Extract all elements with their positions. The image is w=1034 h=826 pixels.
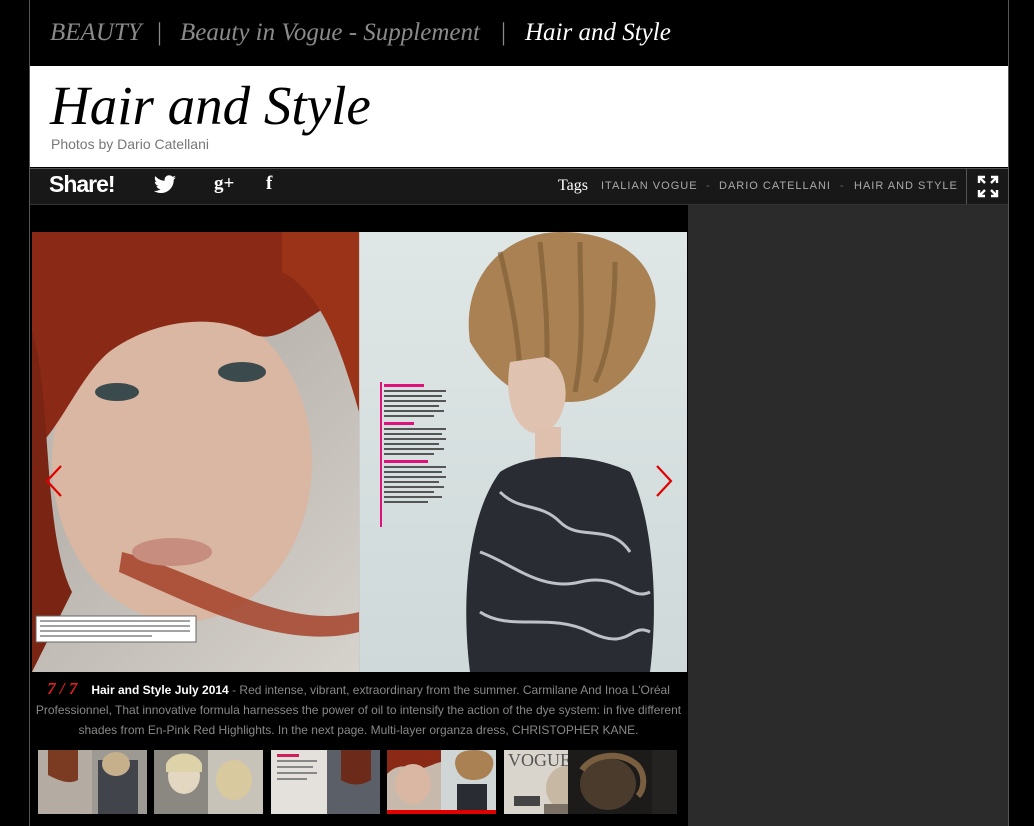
sidebar-panel <box>688 205 1008 826</box>
gallery-image[interactable] <box>32 232 687 672</box>
breadcrumb: BEAUTY | Beauty in Vogue - Supplement | … <box>30 0 1008 66</box>
thumbnail[interactable] <box>568 750 677 814</box>
breadcrumb-item-beauty[interactable]: BEAUTY <box>50 0 142 66</box>
previous-arrow-icon[interactable] <box>44 464 64 498</box>
photo-credit: Photos by Dario Catellani <box>51 136 209 152</box>
page-title: Hair and Style <box>50 75 371 136</box>
thumbnail[interactable] <box>38 750 147 814</box>
share-label: Share! <box>49 171 116 197</box>
breadcrumb-separator: | <box>157 19 163 46</box>
thumbnail[interactable] <box>271 750 380 814</box>
share-bar: Share! g+ f Tags ITALIAN VOGUE - DARIO C… <box>30 168 1008 205</box>
magazine-page-right <box>360 232 687 672</box>
thumbnail-strip: VOGUE <box>38 750 687 814</box>
breadcrumb-item-current: Hair and Style <box>525 19 671 46</box>
tag-separator: - <box>840 180 844 192</box>
title-panel: Hair and Style Photos by Dario Catellani <box>30 66 1008 167</box>
caption-title: Hair and Style July 2014 <box>91 683 229 697</box>
page-frame: BEAUTY | Beauty in Vogue - Supplement | … <box>29 0 1009 826</box>
tag-italian-vogue[interactable]: ITALIAN VOGUE <box>601 180 698 192</box>
tags-label: Tags <box>558 177 588 194</box>
magazine-page-left <box>32 232 359 672</box>
breadcrumb-item-supplement[interactable]: Beauty in Vogue - Supplement <box>180 0 480 66</box>
slide-counter: 7 / 7 <box>47 679 78 698</box>
facebook-icon[interactable]: f <box>266 173 272 195</box>
fullscreen-icon <box>977 175 999 198</box>
google-plus-icon[interactable]: g+ <box>214 173 234 195</box>
twitter-icon[interactable] <box>153 175 177 200</box>
tag-separator: - <box>706 180 710 192</box>
fullscreen-button[interactable] <box>966 169 1009 204</box>
gallery: 7 / 7 Hair and Style July 2014 - Red inte… <box>30 205 687 826</box>
tag-dario-catellani[interactable]: DARIO CATELLANI <box>719 180 831 192</box>
thumbnail[interactable] <box>154 750 263 814</box>
tag-hair-and-style[interactable]: HAIR AND STYLE <box>854 180 958 192</box>
image-caption: 7 / 7 Hair and Style July 2014 - Red inte… <box>30 679 687 740</box>
next-arrow-icon[interactable] <box>654 464 674 498</box>
thumbnail-active[interactable] <box>387 750 496 814</box>
breadcrumb-separator: | <box>501 19 507 46</box>
